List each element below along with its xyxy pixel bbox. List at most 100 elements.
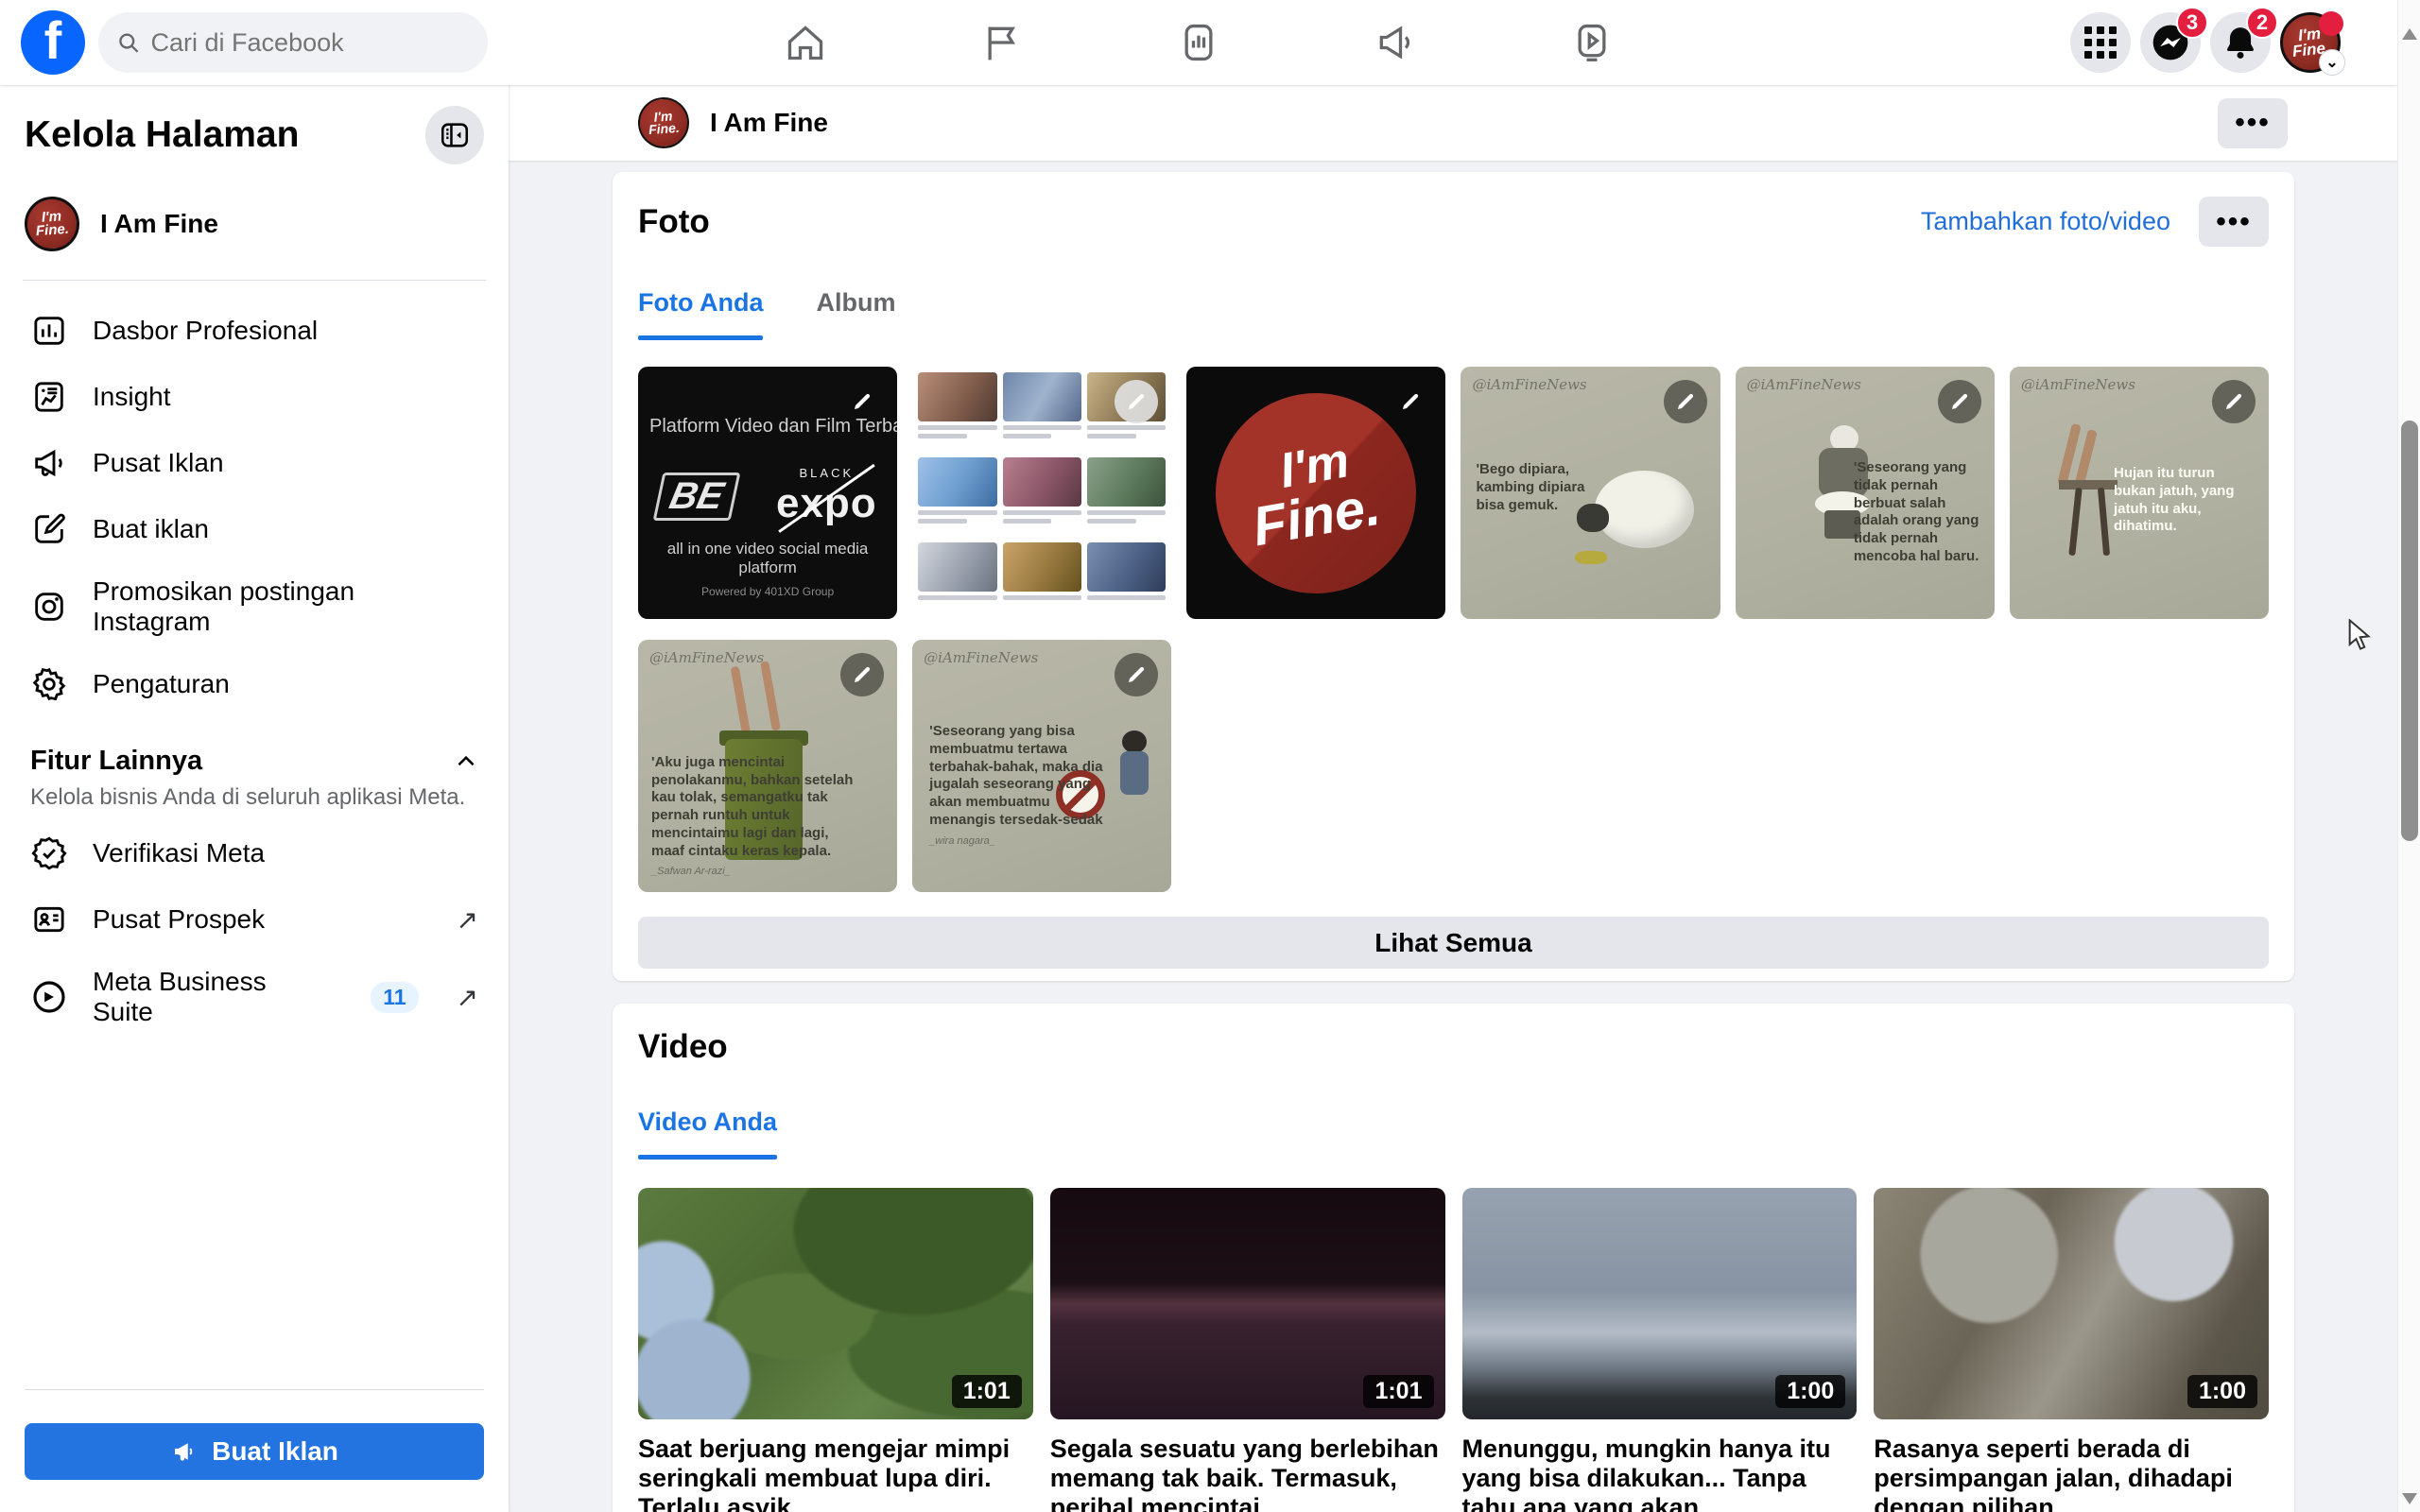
video-duration-badge: 1:00 <box>1775 1375 1845 1408</box>
insight-page-icon <box>30 378 68 416</box>
edit-photo-button[interactable] <box>840 380 884 423</box>
page-header-bar: I'mFine. I Am Fine ••• <box>509 85 2397 161</box>
section-subtitle: Kelola bisnis Anda di seluruh aplikasi M… <box>30 784 478 811</box>
sidebar-item-promosikan-instagram[interactable]: Promosikan postingan Instagram <box>25 562 484 651</box>
nav-video-icon[interactable] <box>1570 21 1614 64</box>
photo-item-cartoon-chair[interactable]: @iAmFineNews Hujan itu turun bukan jatuh… <box>2010 367 2269 619</box>
edit-photo-button[interactable] <box>1389 380 1432 423</box>
scrollbar-thumb[interactable] <box>2401 421 2418 841</box>
cartoon-art <box>2098 488 2110 556</box>
video-item[interactable]: 1:01 Saat berjuang mengejar mimpi sering… <box>638 1188 1033 1512</box>
edit-photo-button[interactable] <box>2212 380 2256 423</box>
photo-item-cartoon-bin[interactable]: @iAmFineNews 'Aku juga mencintai penolak… <box>638 640 897 892</box>
photo-item-cartoon-toilet[interactable]: @iAmFineNews 'Seseorang yang tidak perna… <box>1736 367 1995 619</box>
edit-photo-button[interactable] <box>840 653 884 696</box>
compose-pencil-icon <box>30 510 68 548</box>
meta-business-suite-icon <box>30 978 68 1016</box>
video-thumbnail[interactable]: 1:01 <box>1050 1188 1445 1419</box>
photos-more-button[interactable]: ••• <box>2199 197 2269 247</box>
photo-item-logo[interactable]: I'm Fine. <box>1186 367 1445 619</box>
top-navigation-bar: f 3 2 I'mFine. <box>0 0 2397 85</box>
tab-video-anda[interactable]: Video Anda <box>638 1108 777 1160</box>
videos-card: Video Video Anda 1:01 Saat berjuang meng… <box>613 1004 2294 1512</box>
search-bar[interactable] <box>98 12 488 73</box>
profile-alert-dot <box>2319 11 2343 36</box>
search-input[interactable] <box>151 28 469 58</box>
chevron-up-icon[interactable] <box>454 749 478 774</box>
photo-item-collage[interactable] <box>912 367 1171 619</box>
cartoon-art <box>1113 730 1156 821</box>
sidebar-page-row[interactable]: I'mFine. I Am Fine <box>25 197 484 251</box>
edit-photo-button[interactable] <box>1664 380 1707 423</box>
video-thumbnail[interactable]: 1:01 <box>638 1188 1033 1419</box>
notifications-badge: 2 <box>2246 7 2278 39</box>
video-item[interactable]: 1:00 Menunggu, mungkin hanya itu yang bi… <box>1462 1188 1858 1512</box>
cartoon-art <box>2059 480 2118 490</box>
cartoon-art <box>2068 488 2082 556</box>
video-caption[interactable]: Segala sesuatu yang berlebihan memang ta… <box>1050 1435 1445 1512</box>
page-header-more-button[interactable]: ••• <box>2218 98 2288 148</box>
edit-photo-button[interactable] <box>1115 653 1158 696</box>
create-ad-button[interactable]: Buat Iklan <box>25 1423 484 1480</box>
sidebar-item-pusat-iklan[interactable]: Pusat Iklan <box>25 430 484 496</box>
pencil-icon <box>1399 390 1422 413</box>
megaphone-filled-icon <box>170 1437 199 1466</box>
collapse-sidebar-button[interactable] <box>425 106 484 164</box>
video-thumbnail[interactable]: 1:00 <box>1462 1188 1858 1419</box>
photo-item-promo[interactable]: Platform Video dan Film Terbaru BE BLACK… <box>638 367 897 619</box>
sidebar-item-buat-iklan[interactable]: Buat iklan <box>25 496 484 562</box>
sidebar-item-verifikasi-meta[interactable]: Verifikasi Meta <box>25 820 484 886</box>
nav-pages-flag-icon[interactable] <box>980 21 1024 64</box>
see-all-photos-button[interactable]: Lihat Semua <box>638 917 2269 969</box>
photos-card-title: Foto <box>638 203 710 241</box>
edit-photo-button[interactable] <box>1115 380 1158 423</box>
instagram-icon <box>30 588 68 626</box>
messenger-badge: 3 <box>2176 7 2208 39</box>
video-item[interactable]: 1:00 Rasanya seperti berada di persimpan… <box>1874 1188 2269 1512</box>
cartoon-art <box>1575 551 1607 564</box>
video-caption[interactable]: Saat berjuang mengejar mimpi seringkali … <box>638 1435 1033 1512</box>
photo-item-cartoon-sheep[interactable]: @iAmFineNews 'Bego dipiara, kambing dipi… <box>1461 367 1720 619</box>
videos-card-title: Video <box>638 1028 728 1066</box>
pencil-icon <box>1125 390 1148 413</box>
photo-item-cartoon-girl[interactable]: @iAmFineNews 'Seseorang yang bisa membua… <box>912 640 1171 892</box>
sidebar-item-pengaturan[interactable]: Pengaturan <box>25 651 484 717</box>
add-photo-video-link[interactable]: Tambahkan foto/video <box>1921 207 2170 236</box>
vertical-scrollbar[interactable] <box>2397 0 2420 1512</box>
video-caption[interactable]: Rasanya seperti berada di persimpangan j… <box>1874 1435 2269 1512</box>
apps-grid-icon <box>2084 26 2117 59</box>
nav-insights-icon[interactable] <box>1177 21 1220 64</box>
apps-menu-button[interactable] <box>2070 12 2131 73</box>
pencil-icon <box>851 390 873 413</box>
page-header-avatar[interactable]: I'mFine. <box>636 95 691 150</box>
video-caption[interactable]: Menunggu, mungkin hanya itu yang bisa di… <box>1462 1435 1858 1512</box>
sidebar-item-meta-business-suite[interactable]: Meta Business Suite 11 ↗ <box>25 953 484 1041</box>
tab-album[interactable]: Album <box>816 288 895 340</box>
sidebar-title: Kelola Halaman <box>25 114 299 156</box>
cartoon-art <box>1595 471 1694 548</box>
video-duration-badge: 1:01 <box>1363 1375 1433 1408</box>
facebook-logo[interactable]: f <box>21 10 85 75</box>
mbs-badge: 11 <box>371 982 418 1013</box>
sidebar-item-pusat-prospek[interactable]: Pusat Prospek ↗ <box>25 886 484 953</box>
sidebar-item-insight[interactable]: Insight <box>25 364 484 430</box>
profile-avatar[interactable]: I'mFine. ⌄ <box>2280 12 2341 73</box>
edit-photo-button[interactable] <box>1938 380 1981 423</box>
nav-ads-megaphone-icon[interactable] <box>1374 21 1417 64</box>
scrollbar-down-arrow[interactable] <box>2402 1493 2417 1504</box>
video-item[interactable]: 1:01 Segala sesuatu yang berlebihan mema… <box>1050 1188 1445 1512</box>
sidebar-item-dasbor-profesional[interactable]: Dasbor Profesional <box>25 298 484 364</box>
nav-home-icon[interactable] <box>784 21 827 64</box>
tab-foto-anda[interactable]: Foto Anda <box>638 288 763 340</box>
pencil-icon <box>851 663 873 686</box>
cartoon-art <box>2057 423 2082 486</box>
pencil-icon <box>1674 390 1697 413</box>
dashboard-chart-icon <box>30 312 68 350</box>
page-avatar: I'mFine. <box>23 195 81 253</box>
scrollbar-up-arrow[interactable] <box>2402 28 2417 40</box>
notifications-button[interactable]: 2 <box>2210 12 2271 73</box>
messenger-button[interactable]: 3 <box>2140 12 2201 73</box>
video-thumbnail[interactable]: 1:00 <box>1874 1188 2269 1419</box>
pencil-icon <box>1125 663 1148 686</box>
im-fine-logo: I'm Fine. <box>1213 389 1420 596</box>
